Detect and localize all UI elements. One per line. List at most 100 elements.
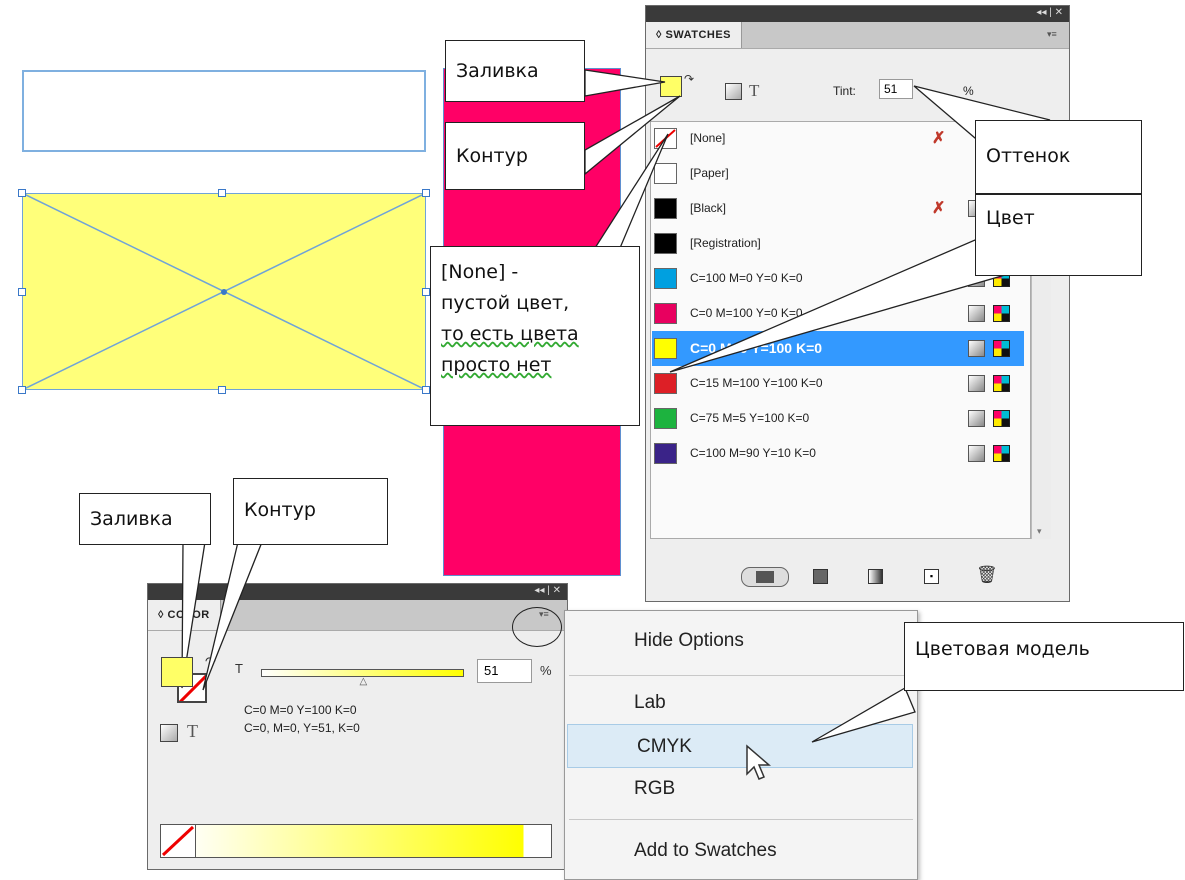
swatch-chip [654, 163, 677, 184]
swatch-name: C=100 M=0 Y=0 K=0 [690, 271, 803, 285]
trash-icon[interactable]: 🗑 [976, 565, 998, 585]
color-panel-menu: Hide Options Lab CMYK RGB Add to Swatche… [564, 610, 918, 880]
menu-item-add-to-swatches[interactable]: Add to Swatches [565, 829, 917, 873]
resize-handle[interactable] [218, 189, 226, 197]
menu-item-cmyk[interactable]: CMYK [567, 724, 913, 768]
tab-swatches[interactable]: ◊ SWATCHES [646, 22, 743, 48]
resize-handle[interactable] [218, 386, 226, 394]
fill-swatch-icon[interactable] [660, 76, 682, 97]
swatch-chip [654, 408, 677, 429]
resize-handle[interactable] [18, 288, 26, 296]
color-title: OLOR [175, 609, 210, 621]
cmyk-mode-icon [993, 410, 1010, 427]
show-gradient-swatches-button[interactable] [868, 569, 883, 584]
base-color-text: C=0 M=0 Y=100 K=0 [244, 703, 357, 717]
swatches-title: SWATCHES [665, 29, 732, 41]
swatch-row-cyan[interactable]: C=100 M=0 Y=0 K=0 [652, 261, 1024, 296]
not-editable-icon: ✗ [932, 130, 946, 147]
callout-line: [None] - [441, 261, 519, 283]
none-color-icon[interactable] [161, 825, 196, 857]
swap-arrows-icon[interactable]: ↷ [684, 72, 694, 86]
callout-fill-bottom: Заливка [79, 493, 211, 545]
resize-handle[interactable] [422, 386, 430, 394]
new-swatch-button[interactable]: ▪ [924, 569, 939, 584]
swatches-panel: ◂◂ | ✕ ◊ SWATCHES ▾≡ ↷ T Tint: 51 ▸ % [N… [645, 5, 1070, 602]
swatches-tab-row: ◊ SWATCHES ▾≡ [646, 22, 1069, 49]
swatch-name: C=0 M=0 Y=100 K=0 [690, 340, 823, 356]
tint-color-text: C=0, M=0, Y=51, K=0 [244, 721, 360, 735]
resize-handle[interactable] [18, 189, 26, 197]
swatch-row-paper[interactable]: [Paper] [652, 156, 1024, 191]
formatting-container-icon[interactable] [725, 83, 742, 100]
tint-slider-arrow-icon[interactable]: ▸ [921, 83, 927, 96]
tint-label: Tint: [833, 84, 856, 98]
show-color-swatches-button[interactable] [813, 569, 828, 584]
process-color-icon [968, 445, 985, 462]
menu-item-lab[interactable]: Lab [565, 681, 917, 725]
panel-title-bar[interactable]: ◂◂ | ✕ [646, 6, 1069, 22]
swatch-row-magenta[interactable]: C=0 M=100 Y=0 K=0 [652, 296, 1024, 331]
tab-color[interactable]: ◊ COLOR [148, 600, 221, 630]
formatting-container-icon[interactable] [160, 724, 178, 742]
swatch-name: [Black] [690, 201, 727, 215]
resize-handle[interactable] [422, 288, 430, 296]
tint-slider-thumb[interactable]: △ [360, 676, 368, 687]
swatch-row-black[interactable]: [Black] ✗ [652, 191, 1024, 226]
swatch-chip [654, 443, 677, 464]
fill-swatch-icon[interactable] [161, 657, 193, 687]
scroll-down-icon[interactable]: ▾ [1037, 526, 1042, 537]
swatch-chip [654, 338, 677, 359]
color-panel: ◂◂ | ✕ ◊ COLOR ▾≡ ↷ T T △ 51 % C=0 M=0 Y… [147, 583, 568, 870]
menu-item-hide-options[interactable]: Hide Options [565, 619, 917, 663]
callout-none-description: [None] - пустой цвет, то есть цвета прос… [430, 246, 640, 426]
callout-fill-top: Заливка [445, 40, 585, 102]
swatch-row-yellow[interactable]: C=0 M=0 Y=100 K=0 [652, 331, 1024, 366]
swatch-name: C=15 M=100 Y=100 K=0 [690, 376, 823, 390]
menu-item-rgb[interactable]: RGB [565, 767, 917, 811]
tint-percent: % [540, 663, 552, 678]
panel-title-bar[interactable]: ◂◂ | ✕ [148, 584, 567, 600]
tint-input[interactable]: 51 [879, 79, 913, 99]
swatch-row-green[interactable]: C=75 M=5 Y=100 K=0 [652, 401, 1024, 436]
collapse-close-icon[interactable]: ◂◂ | ✕ [1036, 7, 1063, 18]
frame-cross-lines [22, 193, 426, 390]
cmyk-mode-icon [993, 340, 1010, 357]
color-ramp[interactable] [160, 824, 552, 858]
formatting-text-icon[interactable]: T [187, 721, 198, 742]
swap-arrows-icon[interactable]: ↷ [205, 654, 216, 670]
swatch-name: [Registration] [690, 236, 761, 250]
process-color-icon [968, 410, 985, 427]
process-color-icon [968, 375, 985, 392]
color-tab-prefix: ◊ C [158, 609, 176, 621]
menu-separator [569, 675, 913, 676]
callout-text: Заливка [90, 508, 173, 530]
callout-line: то есть цвета [441, 323, 579, 345]
mouse-cursor-icon [746, 744, 772, 780]
not-editable-icon: ✗ [932, 200, 946, 217]
swatch-row-none[interactable]: [None] ✗ [652, 121, 1024, 156]
callout-text: Заливка [456, 60, 539, 82]
panel-menu-icon[interactable]: ▾≡ [1047, 29, 1061, 39]
formatting-text-icon[interactable]: T [749, 81, 759, 101]
callout-color-model: Цветовая модель [904, 622, 1184, 691]
swatch-chip [654, 373, 677, 394]
swatch-row-violet[interactable]: C=100 M=90 Y=10 K=0 [652, 436, 1024, 471]
resize-handle[interactable] [422, 189, 430, 197]
tint-input[interactable]: 51 [477, 659, 532, 683]
show-all-swatches-button[interactable] [741, 567, 789, 587]
empty-text-frame[interactable] [22, 70, 426, 152]
swatch-chip [654, 268, 677, 289]
resize-handle[interactable] [18, 386, 26, 394]
swatch-chip [654, 303, 677, 324]
swatch-row-registration[interactable]: [Registration] [652, 226, 1024, 261]
cmyk-mode-icon [993, 445, 1010, 462]
swatch-chip [654, 233, 677, 254]
tint-percent: % [963, 84, 974, 98]
tint-slider-label: T [235, 661, 243, 676]
collapse-close-icon[interactable]: ◂◂ | ✕ [534, 585, 561, 596]
cmyk-mode-icon [993, 305, 1010, 322]
callout-tint: Оттенок [975, 120, 1142, 194]
swatch-row-red[interactable]: C=15 M=100 Y=100 K=0 [652, 366, 1024, 401]
yellow-graphic-frame[interactable] [22, 193, 426, 390]
swatch-chip [654, 128, 677, 149]
